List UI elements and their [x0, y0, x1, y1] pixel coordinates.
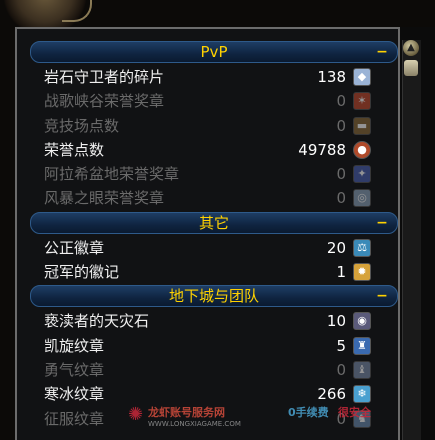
watermark-url: WWW.LONGXIAGAME.COM [148, 420, 241, 428]
currency-name: 勇气纹章 [44, 360, 105, 379]
shard-icon: ◆ [353, 68, 371, 86]
currency-name: 凯旋纹章 [44, 336, 105, 355]
currency-list: PvP − 岩石守卫者的碎片 138 ◆ 战歌峡谷荣誉奖章 0 ✶ 竞技场点数 … [30, 40, 398, 431]
currency-name: 冠军的徽记 [44, 263, 120, 282]
currency-name: 风暴之眼荣誉奖章 [44, 189, 165, 208]
currency-row-champion[interactable]: 冠军的徽记 1 ✹ [30, 260, 398, 284]
currency-count: 0 [336, 165, 346, 184]
watermark: ✺ 龙虾账号服务网 WWW.LONGXIAGAME.COM 0手续费 很安全 [128, 400, 428, 430]
eots-mark-icon: ◎ [353, 189, 371, 208]
valor-icon: ♝ [353, 360, 371, 379]
section-header-other[interactable]: 其它 − [30, 211, 398, 234]
collapse-icon[interactable]: − [375, 214, 389, 232]
currency-row-arathi[interactable]: 阿拉希盆地荣誉奖章 0 ✦ [30, 162, 398, 186]
currency-name: 征服纹章 [44, 409, 105, 428]
justice-icon: ⚖ [353, 238, 371, 257]
section-header-dungeon-raid[interactable]: 地下城与团队 − [30, 285, 398, 308]
section-title: 地下城与团队 [168, 287, 259, 306]
currency-name: 寒冰纹章 [44, 385, 105, 404]
currency-name: 战歌峡谷荣誉奖章 [44, 92, 165, 111]
currency-row-justice[interactable]: 公正徽章 20 ⚖ [30, 236, 398, 260]
currency-name: 竞技场点数 [44, 116, 120, 135]
currency-count: 49788 [298, 140, 346, 159]
currency-row-honor[interactable]: 荣誉点数 49788 ● [30, 138, 398, 162]
currency-count: 1 [336, 263, 346, 282]
currency-row-warsong[interactable]: 战歌峡谷荣誉奖章 0 ✶ [30, 89, 398, 113]
section-title: PvP [200, 43, 228, 61]
watermark-fee: 0手续费 [288, 406, 329, 419]
currency-count: 20 [326, 238, 346, 257]
scroll-up-button[interactable]: ▲ [403, 40, 419, 56]
currency-count: 0 [336, 360, 346, 379]
champion-seal-icon: ✹ [353, 263, 371, 282]
scrollbar[interactable] [402, 40, 421, 440]
currency-row-shard[interactable]: 岩石守卫者的碎片 138 ◆ [30, 65, 398, 89]
currency-name: 阿拉希盆地荣誉奖章 [44, 165, 180, 184]
warsong-mark-icon: ✶ [353, 92, 371, 111]
currency-row-eots[interactable]: 风暴之眼荣誉奖章 0 ◎ [30, 186, 398, 210]
currency-name: 岩石守卫者的碎片 [44, 68, 165, 86]
watermark-safe: 很安全 [338, 406, 371, 419]
currency-count: 0 [336, 189, 346, 208]
currency-row-arena[interactable]: 竞技场点数 0 ▬ [30, 114, 398, 138]
honor-icon: ● [353, 140, 371, 159]
triumph-icon: ♜ [353, 336, 371, 355]
arena-icon: ▬ [353, 116, 371, 135]
collapse-icon[interactable]: − [375, 43, 389, 61]
section-header-pvp[interactable]: PvP − [30, 41, 398, 63]
scourgestone-icon: ◉ [353, 312, 371, 331]
currency-count: 10 [326, 312, 346, 331]
arathi-mark-icon: ✦ [353, 165, 371, 184]
currency-name: 荣誉点数 [44, 140, 105, 159]
scroll-thumb[interactable] [404, 60, 418, 76]
watermark-site-name: 龙虾账号服务网 [148, 406, 225, 419]
currency-row-triumph[interactable]: 凯旋纹章 5 ♜ [30, 334, 398, 358]
section-title: 其它 [198, 213, 229, 232]
lobster-logo-icon: ✺ [128, 404, 144, 425]
currency-count: 0 [336, 92, 346, 111]
collapse-icon[interactable]: − [375, 287, 389, 305]
currency-name: 亵渎者的天灾石 [44, 312, 150, 331]
currency-name: 公正徽章 [44, 238, 105, 257]
currency-row-scourgestone[interactable]: 亵渎者的天灾石 10 ◉ [30, 309, 398, 333]
currency-count: 5 [336, 336, 346, 355]
currency-count: 0 [336, 116, 346, 135]
currency-row-valor[interactable]: 勇气纹章 0 ♝ [30, 358, 398, 382]
currency-count: 138 [317, 68, 346, 86]
